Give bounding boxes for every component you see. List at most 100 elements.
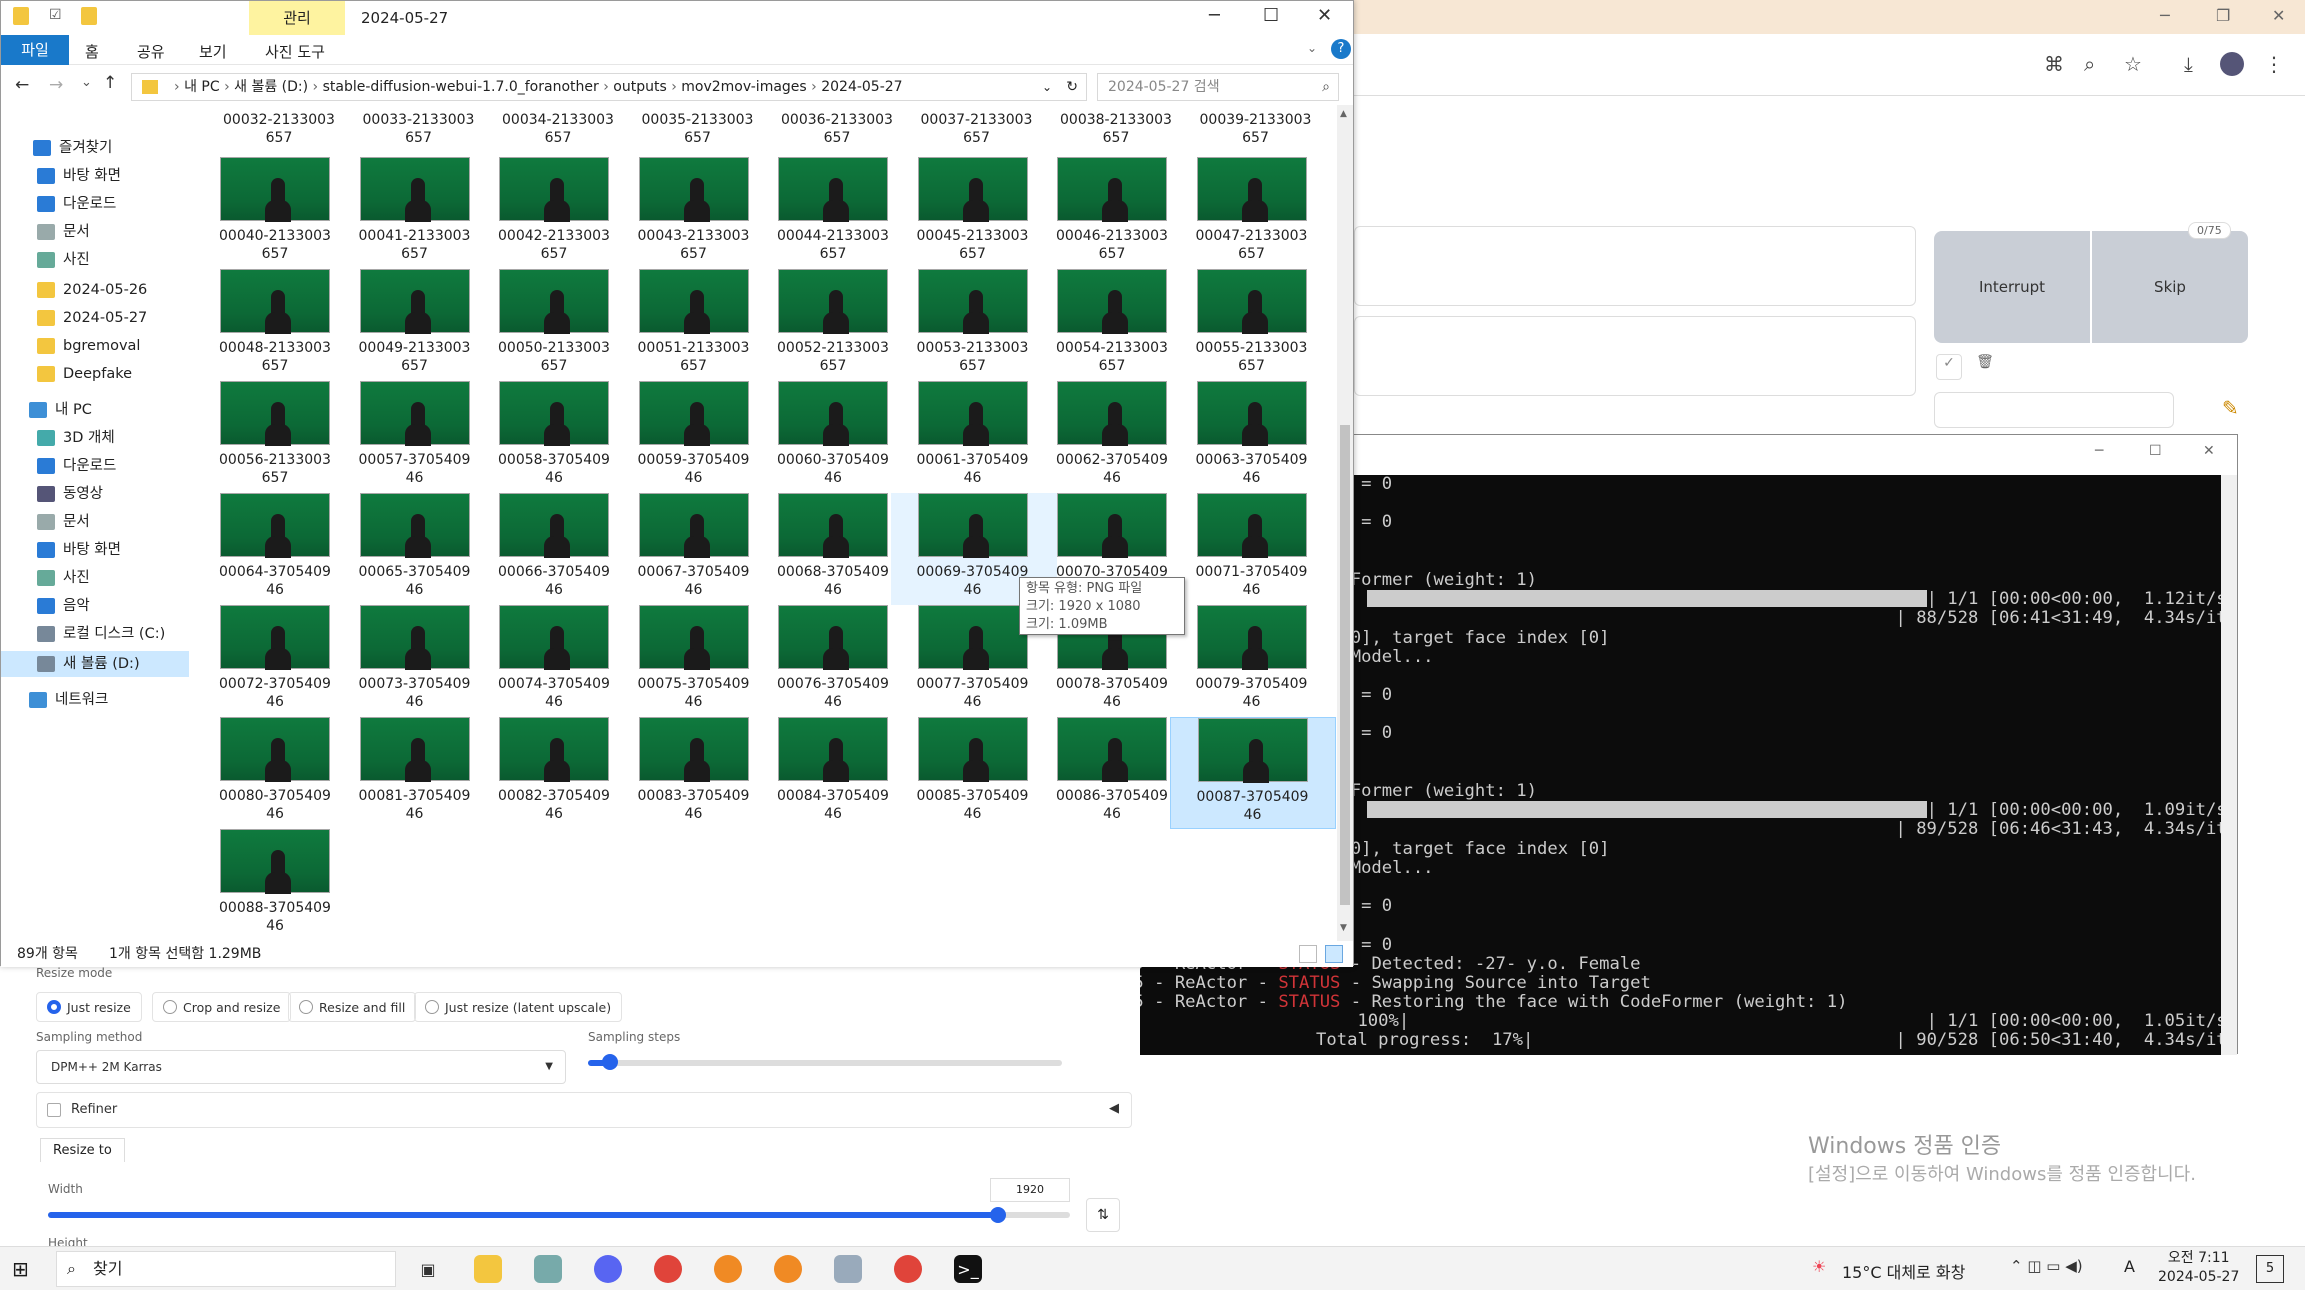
nav-item[interactable]: 음악 (37, 593, 90, 619)
up-icon[interactable]: ↑ (103, 73, 117, 93)
thumbnail-view-icon[interactable] (1325, 945, 1343, 963)
nav-item[interactable]: 네트워크 (29, 687, 108, 713)
scroll-down-icon[interactable]: ▼ (1340, 923, 1347, 933)
nav-item[interactable]: 3D 개체 (37, 425, 115, 451)
tab-view[interactable]: 보기 (199, 41, 227, 62)
slider-handle[interactable] (990, 1207, 1006, 1223)
system-tray-icons[interactable]: ⌃ ◫ ▭ ◀) (2010, 1257, 2083, 1275)
breadcrumb-item[interactable]: outputs (613, 79, 666, 95)
minimize-icon[interactable]: ─ (2095, 443, 2103, 459)
nav-item[interactable]: 다운로드 (37, 191, 116, 217)
negative-prompt-input[interactable] (1354, 316, 1916, 396)
nav-item[interactable]: 다운로드 (37, 453, 116, 479)
weather-text[interactable]: 15°C 대체로 화창 (1842, 1259, 1965, 1283)
radio-crop-and-resize[interactable]: Crop and resize (152, 992, 292, 1022)
radio-resize-and-fill[interactable]: Resize and fill (288, 992, 417, 1022)
file-thumbnail[interactable]: 00071-3705409 46 (1170, 493, 1336, 605)
tab-file[interactable]: 파일 (1, 35, 69, 65)
download-icon[interactable]: ⤓ (2184, 52, 2193, 76)
nav-item[interactable]: Deepfake (37, 361, 132, 387)
swap-dimensions-button[interactable]: ⇅ (1086, 1198, 1120, 1232)
file-thumbnail[interactable]: 00047-2133003 657 (1170, 157, 1336, 269)
refiner-accordion[interactable]: Refiner ◀ (36, 1092, 1132, 1128)
search-input[interactable]: 2024-05-27 검색 ⌕ (1097, 73, 1339, 101)
maximize-icon[interactable]: ☐ (1263, 5, 1279, 26)
properties-icon[interactable]: ☑ (49, 7, 62, 23)
scroll-up-icon[interactable]: ▲ (1340, 109, 1347, 119)
breadcrumb-item[interactable]: 새 볼륨 (D:) (234, 79, 308, 95)
nav-item[interactable]: 로컬 디스크 (C:) (37, 621, 165, 647)
check-icon[interactable]: ✓ (1936, 354, 1962, 380)
chrome-icon[interactable] (894, 1255, 922, 1283)
help-icon[interactable]: ? (1331, 39, 1351, 59)
nav-item[interactable]: 2024-05-26 (37, 277, 147, 303)
blender-icon[interactable] (714, 1255, 742, 1283)
collapse-icon[interactable]: ◀ (1109, 1101, 1119, 1116)
nav-item[interactable]: 새 볼륨 (D:) (1, 651, 189, 677)
forward-icon[interactable]: → (49, 75, 63, 95)
breadcrumb-separator[interactable]: › (308, 79, 323, 95)
start-icon[interactable]: ⊞ (12, 1257, 29, 1281)
file-thumbnail[interactable]: 00055-2133003 657 (1170, 269, 1336, 381)
close-icon[interactable]: ✕ (2272, 6, 2285, 25)
scroll-thumb[interactable] (1340, 425, 1350, 905)
interrupt-button[interactable]: Interrupt (1934, 231, 2090, 343)
refresh-icon[interactable]: ↻ (1066, 74, 1078, 100)
chrome-icon[interactable] (654, 1255, 682, 1283)
nav-item[interactable]: 2024-05-27 (37, 305, 147, 331)
width-slider[interactable] (48, 1207, 1070, 1223)
nav-item[interactable]: 동영상 (37, 481, 103, 507)
nav-item[interactable]: 바탕 화면 (37, 163, 121, 189)
breadcrumb-item[interactable]: stable-diffusion-webui-1.7.0_foranother (323, 79, 599, 95)
recent-icon[interactable]: ⌄ (81, 75, 92, 90)
blender-icon[interactable] (774, 1255, 802, 1283)
back-icon[interactable]: ← (15, 75, 29, 95)
chevron-down-icon[interactable]: ⌄ (1307, 41, 1317, 55)
nav-item[interactable]: bgremoval (37, 333, 140, 359)
breadcrumb-item[interactable]: mov2mov-images (681, 79, 806, 95)
terminal-icon[interactable]: >_ (954, 1255, 982, 1283)
minimize-icon[interactable]: ─ (2160, 6, 2170, 25)
styles-select[interactable] (1934, 392, 2174, 428)
file-thumbnail[interactable]: 00079-3705409 46 (1170, 605, 1336, 717)
nav-item[interactable]: 사진 (37, 565, 90, 591)
app-icon[interactable] (834, 1255, 862, 1283)
nav-item[interactable]: 문서 (37, 219, 90, 245)
zoom-icon[interactable]: ⌕ (2084, 52, 2095, 76)
ime-indicator[interactable]: A (2124, 1257, 2135, 1276)
console-scrollbar[interactable] (2221, 475, 2237, 1055)
file-explorer-icon[interactable] (474, 1255, 502, 1283)
nav-item[interactable]: 문서 (37, 509, 90, 535)
sampling-method-select[interactable]: DPM++ 2M Karras ▼ (36, 1050, 566, 1084)
radio-just-resize[interactable]: Just resize (36, 992, 142, 1022)
width-field[interactable]: 1920 (990, 1178, 1070, 1202)
file-label[interactable]: 00039-2133003 657 (1174, 111, 1338, 147)
tab-share[interactable]: 공유 (137, 41, 165, 62)
trash-icon[interactable]: 🗑 (1972, 354, 1998, 380)
breadcrumb-separator[interactable]: › (174, 79, 184, 95)
chevron-down-icon[interactable]: ⌄ (1042, 74, 1052, 100)
breadcrumb-item[interactable]: 내 PC (184, 79, 220, 95)
nav-item[interactable]: 즐겨찾기 (33, 135, 112, 161)
breadcrumb-separator[interactable]: › (667, 79, 682, 95)
new-folder-icon[interactable] (81, 7, 97, 25)
pencil-icon[interactable]: ✎ (2222, 396, 2239, 420)
file-scrollbar[interactable]: ▲ ▼ (1337, 105, 1353, 941)
details-view-icon[interactable] (1299, 945, 1317, 963)
breadcrumb-separator[interactable]: › (220, 79, 235, 95)
restore-icon[interactable]: ☐ (2149, 443, 2162, 459)
notification-badge[interactable]: 5 (2256, 1255, 2284, 1283)
nav-item[interactable]: 사진 (37, 247, 90, 273)
snipping-tool-icon[interactable] (534, 1255, 562, 1283)
refiner-checkbox[interactable] (47, 1103, 61, 1117)
clock[interactable]: 오전 7:11 2024-05-27 (2158, 1249, 2239, 1287)
task-view-icon[interactable]: ▣ (414, 1255, 442, 1283)
close-icon[interactable]: ✕ (1317, 5, 1332, 26)
skip-button[interactable]: Skip (2092, 231, 2248, 343)
tab-manage[interactable]: 관리 (249, 1, 345, 35)
address-bar[interactable]: › 내 PC › 새 볼륨 (D:) › stable-diffusion-we… (131, 73, 1087, 101)
taskbar-search[interactable]: ⌕ 찾기 (56, 1251, 396, 1287)
close-icon[interactable]: ✕ (2203, 443, 2215, 459)
file-thumbnail[interactable]: 00087-3705409 46 (1169, 717, 1336, 829)
file-thumbnail[interactable]: 00088-3705409 46 (193, 829, 359, 941)
